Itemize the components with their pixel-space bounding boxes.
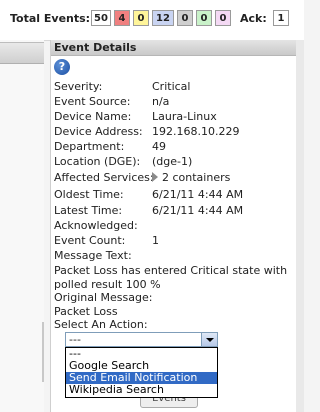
ack-label: Ack: bbox=[240, 12, 267, 25]
select-action-label: Select An Action: bbox=[54, 318, 148, 331]
field-value: 6/21/11 4:44 AM bbox=[152, 188, 244, 201]
action-select-value: --- bbox=[69, 333, 81, 346]
total-events-label: Total Events: bbox=[10, 12, 91, 25]
chevron-down-icon[interactable] bbox=[201, 333, 217, 346]
field-label: Device Address: bbox=[54, 125, 143, 138]
field-value: 6/21/11 4:44 AM bbox=[152, 204, 244, 217]
field-label: Event Source: bbox=[54, 95, 131, 108]
count-total[interactable]: 50 bbox=[91, 10, 111, 26]
original-message-label: Original Message: bbox=[54, 291, 153, 304]
field-value: 2 containers bbox=[162, 171, 231, 184]
action-option[interactable]: Wikipedia Search bbox=[66, 384, 217, 396]
field-value: Laura-Linux bbox=[152, 110, 217, 123]
field-value: Critical bbox=[152, 80, 191, 93]
field-label: Event Count: bbox=[54, 234, 126, 247]
field-label: Department: bbox=[54, 140, 125, 153]
event-list-header bbox=[0, 42, 44, 64]
field-value: (dge-1) bbox=[152, 155, 193, 168]
field-label: Affected Services: bbox=[54, 171, 154, 184]
field-value: 49 bbox=[152, 140, 166, 153]
field-value: 192.168.10.229 bbox=[152, 125, 240, 138]
event-list-scrollbar[interactable] bbox=[42, 322, 44, 382]
field-label: Latest Time: bbox=[54, 204, 123, 217]
help-icon[interactable]: ? bbox=[54, 59, 70, 75]
expand-arrow-icon[interactable] bbox=[152, 172, 158, 182]
field-label: Location (DGE): bbox=[54, 155, 141, 168]
count-normal[interactable]: 0 bbox=[196, 10, 212, 26]
message-text-label: Message Text: bbox=[54, 249, 132, 262]
ack-count[interactable]: 1 bbox=[273, 10, 289, 26]
count-info[interactable]: 0 bbox=[177, 10, 193, 26]
field-label: Device Name: bbox=[54, 110, 132, 123]
action-dropdown-list: --- Google Search Send Email Notificatio… bbox=[65, 347, 218, 398]
original-message-text: Packet Loss bbox=[54, 305, 118, 318]
event-list-pane bbox=[0, 40, 44, 412]
action-select[interactable]: --- bbox=[65, 332, 218, 347]
message-text: Packet Loss has entered Critical state w… bbox=[54, 264, 288, 291]
count-critical[interactable]: 4 bbox=[114, 10, 130, 26]
field-label: Severity: bbox=[54, 80, 103, 93]
count-major[interactable]: 0 bbox=[133, 10, 149, 26]
field-label: Acknowledged: bbox=[54, 219, 138, 232]
panel-title: Event Details bbox=[51, 40, 297, 56]
field-value: n/a bbox=[152, 95, 170, 108]
top-bar: Total Events: 50 4 0 12 0 0 0 Ack: 1 bbox=[0, 0, 304, 41]
field-value: 1 bbox=[152, 234, 159, 247]
count-minor[interactable]: 12 bbox=[152, 10, 174, 26]
count-other[interactable]: 0 bbox=[215, 10, 231, 26]
field-value-wrap[interactable]: 2 containers bbox=[152, 171, 230, 185]
field-label: Oldest Time: bbox=[54, 188, 124, 201]
panel-scrollbar[interactable] bbox=[296, 40, 304, 412]
